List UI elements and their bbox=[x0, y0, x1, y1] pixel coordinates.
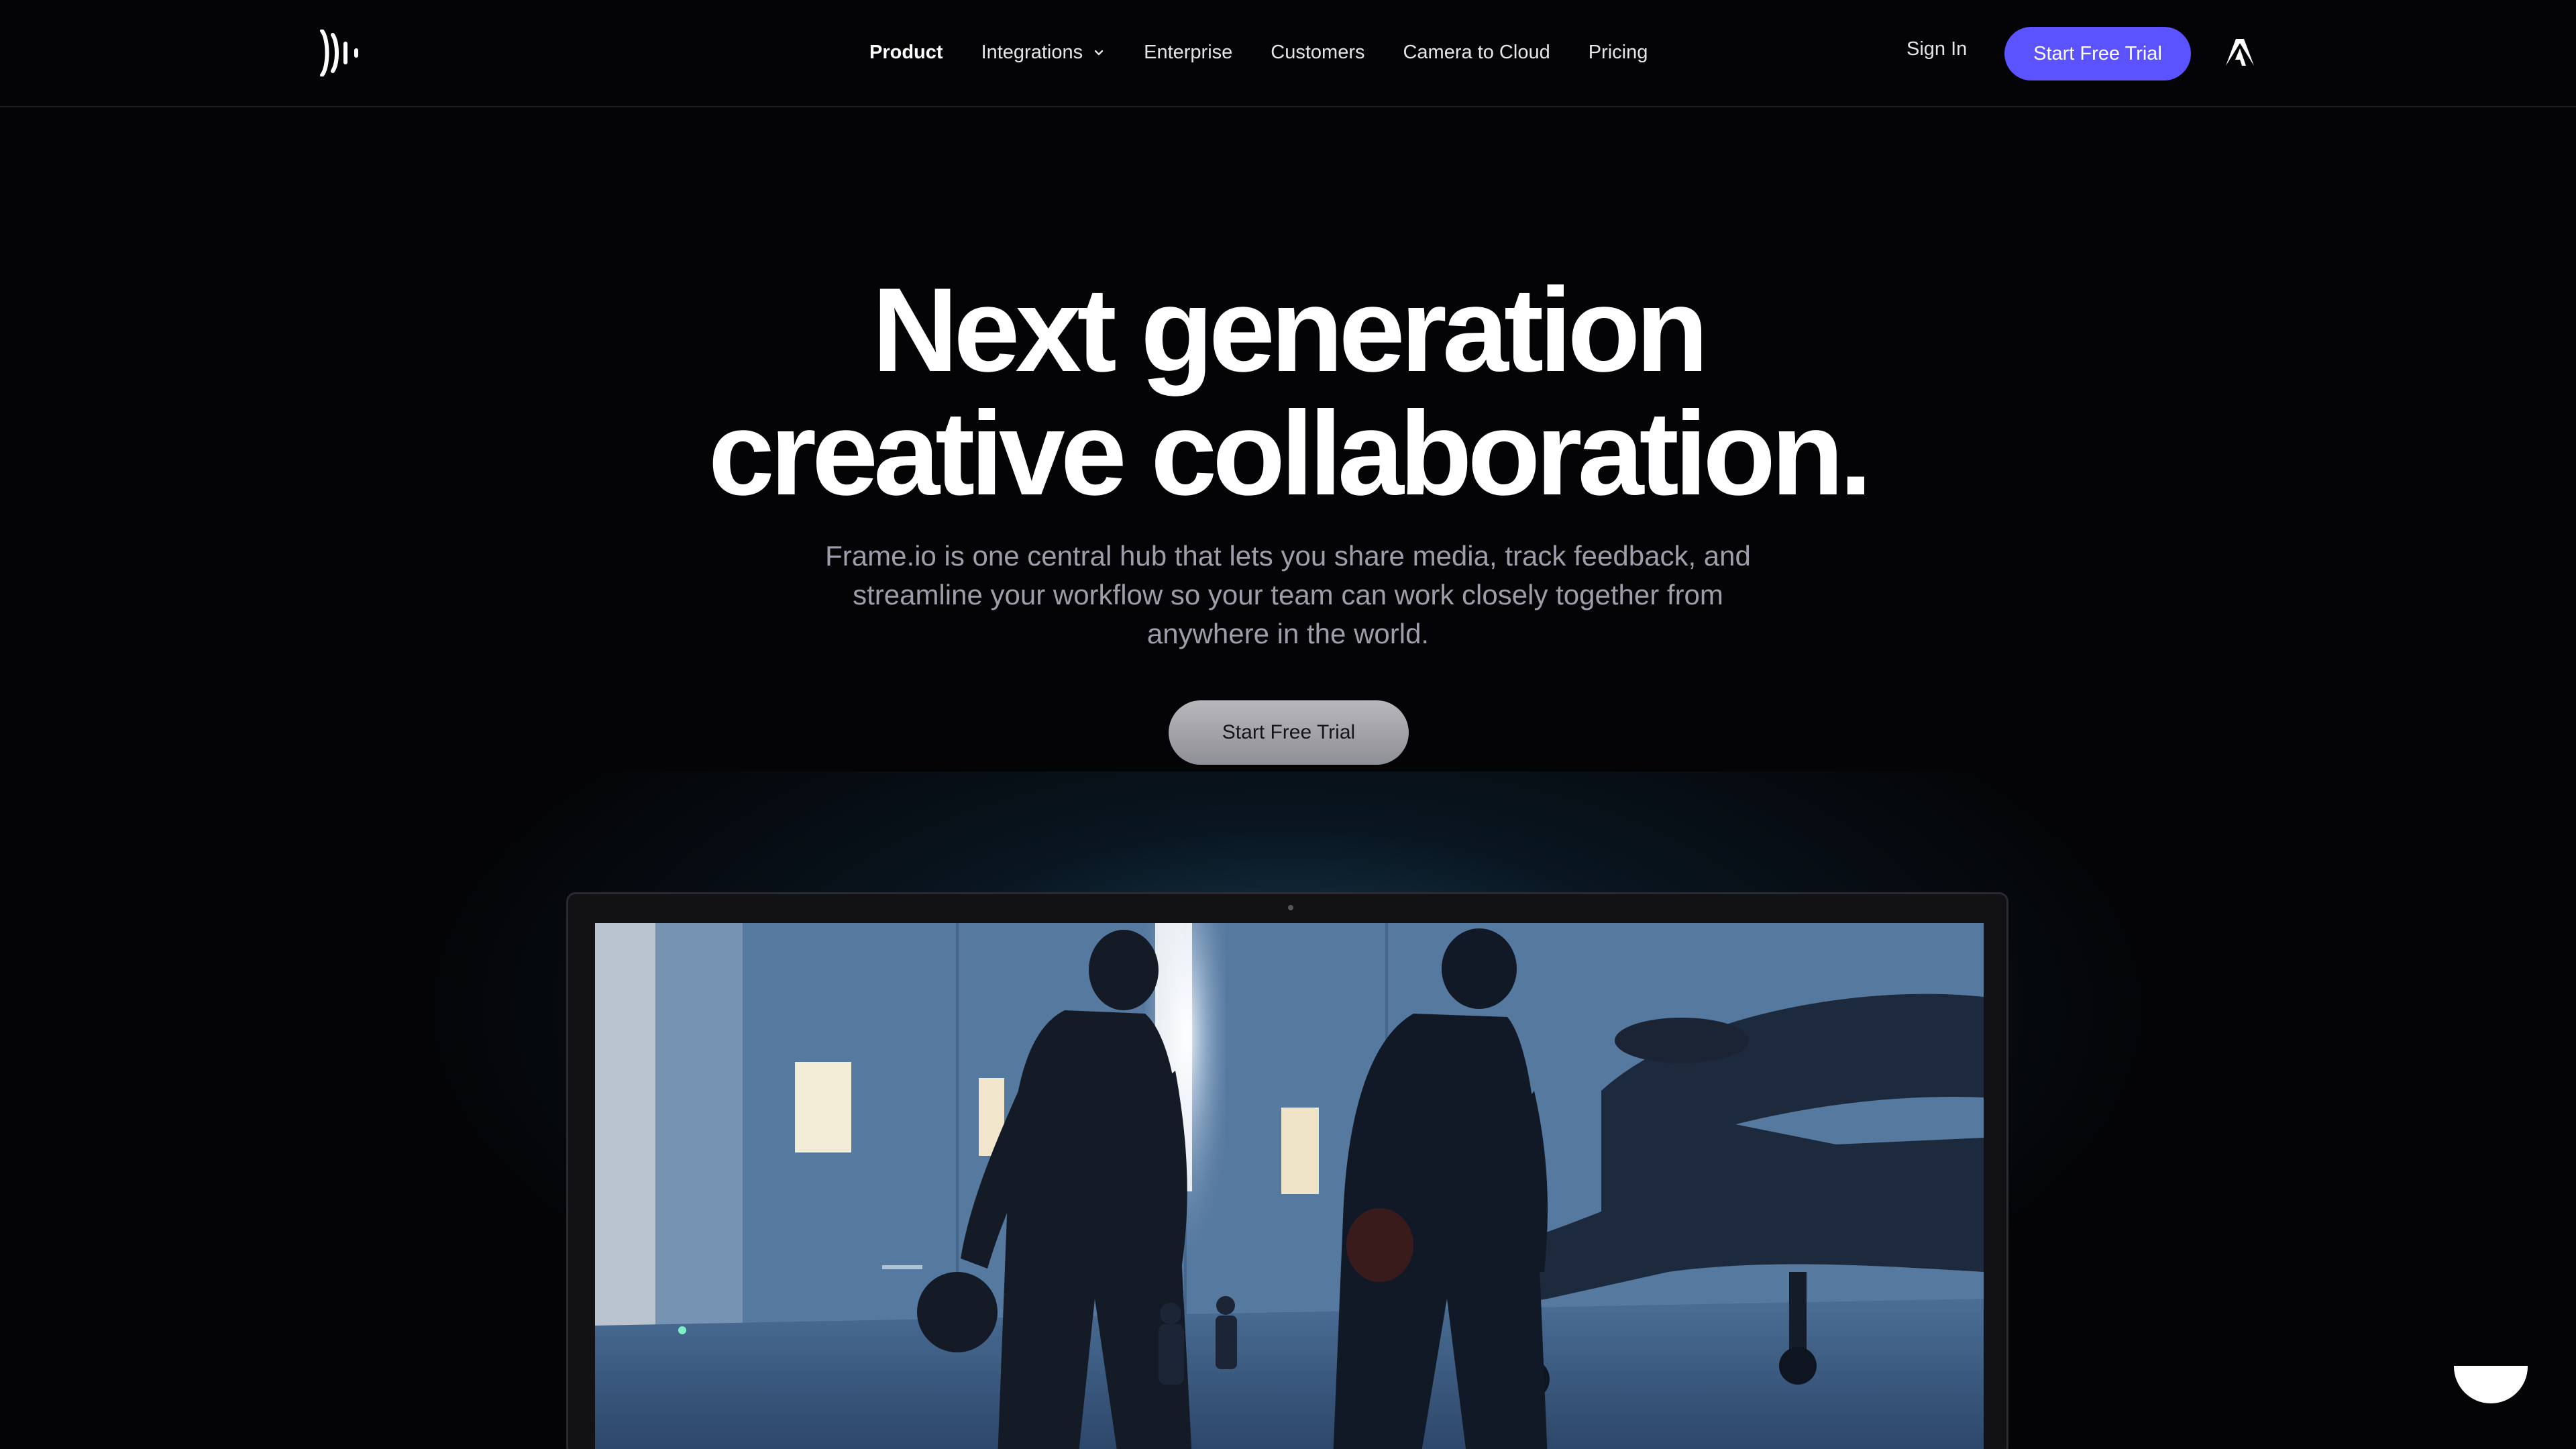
nav-link-integrations[interactable]: Integrations bbox=[981, 42, 1106, 64]
nav-link-enterprise[interactable]: Enterprise bbox=[1144, 42, 1232, 64]
hero-subtitle: Frame.io is one central hub that lets yo… bbox=[825, 540, 1751, 649]
hero-title: Next generation creative collaboration. bbox=[0, 268, 2576, 515]
hero-start-free-trial-button[interactable]: Start Free Trial bbox=[1169, 700, 1409, 765]
top-navigation: Product Integrations Enterprise Customer… bbox=[0, 0, 2576, 107]
nav-link-integrations-label: Integrations bbox=[981, 41, 1083, 63]
hero-title-line-2: creative collaboration. bbox=[708, 386, 1872, 520]
hero-video-still bbox=[595, 923, 1984, 1449]
camera-dot bbox=[1288, 905, 1293, 910]
hero-video[interactable] bbox=[595, 923, 1984, 1449]
chevron-down-icon bbox=[1094, 50, 1104, 56]
sign-in-link[interactable]: Sign In bbox=[1907, 38, 1967, 60]
nav-start-free-trial-button[interactable]: Start Free Trial bbox=[2004, 27, 2191, 80]
chat-launcher-icon[interactable] bbox=[2454, 1366, 2528, 1403]
primary-nav: Product Integrations Enterprise Customer… bbox=[869, 34, 1648, 71]
laptop-frame bbox=[566, 892, 2008, 1449]
hero-title-line-1: Next generation bbox=[871, 263, 1709, 396]
nav-link-camera-to-cloud[interactable]: Camera to Cloud bbox=[1403, 42, 1550, 64]
nav-link-product[interactable]: Product bbox=[869, 42, 943, 64]
nav-link-pricing[interactable]: Pricing bbox=[1589, 42, 1648, 64]
nav-link-customers[interactable]: Customers bbox=[1271, 42, 1364, 64]
frameio-logo-icon[interactable] bbox=[319, 30, 364, 76]
adobe-logo-icon[interactable] bbox=[2226, 39, 2254, 66]
